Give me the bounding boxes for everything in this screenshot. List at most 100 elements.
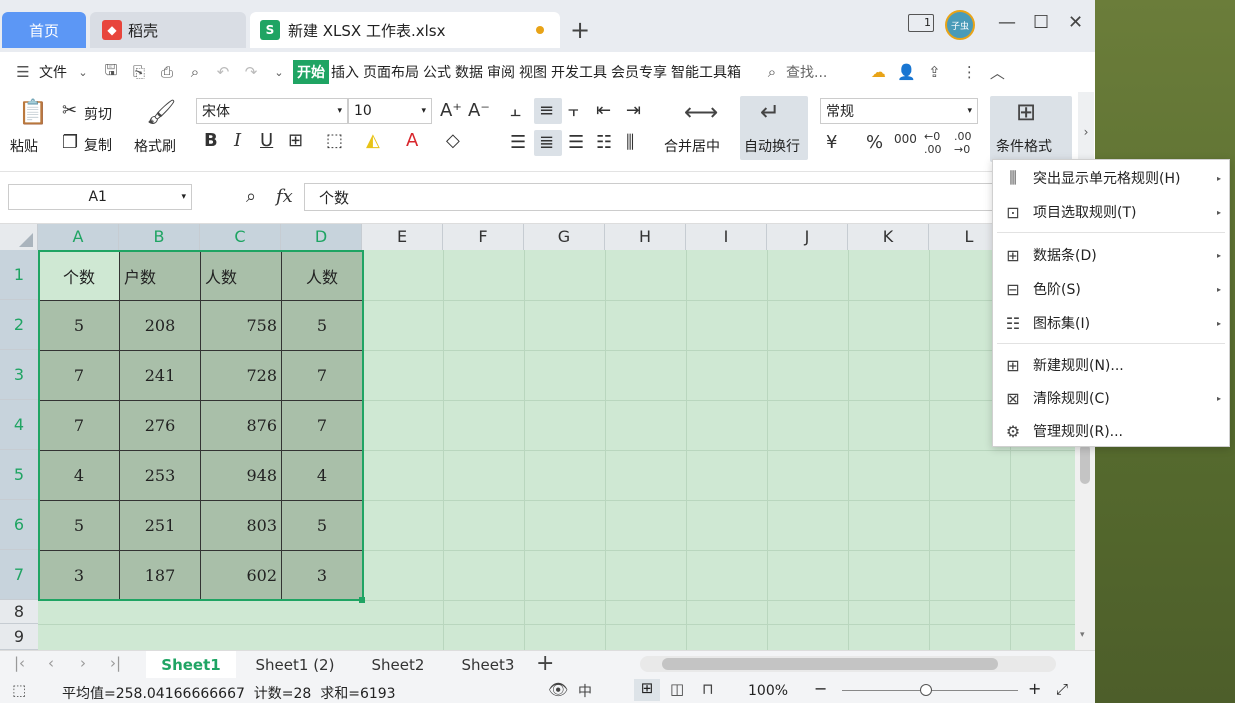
table-cell[interactable]: 948 [201,451,282,501]
row-header[interactable]: 3 [0,350,38,400]
menu-developer[interactable]: 开发工具 [549,62,609,82]
maximize-button[interactable]: ☐ [1033,12,1049,33]
cloud-sync-icon[interactable]: ☁ [867,61,889,83]
table-cell[interactable]: 251 [120,501,201,551]
menu-formulas[interactable]: 公式 [421,62,453,82]
eye-protection-icon[interactable]: 👁 [548,680,568,699]
table-cell[interactable]: 个数 [39,251,120,301]
table-cell[interactable]: 7 [282,351,363,401]
share-icon[interactable]: ⇪ [923,61,945,83]
row-header[interactable]: 8 [0,600,38,624]
vertical-scroll-thumb[interactable] [1080,444,1090,484]
redo-icon[interactable]: ↷ [240,61,262,83]
table-cell[interactable]: 728 [201,351,282,401]
table-cell[interactable]: 7 [39,351,120,401]
row-header[interactable]: 9 [0,624,38,650]
collapse-ribbon-icon[interactable]: ︿ [986,61,1008,83]
add-sheet-button[interactable]: + [536,651,554,676]
menu-item-data-bars[interactable]: ⊞ 数据条(D) ▸ [993,239,1229,271]
column-header[interactable]: B [119,224,200,250]
new-tab-button[interactable]: + [570,16,590,44]
table-cell[interactable]: 7 [39,401,120,451]
row-header[interactable]: 5 [0,450,38,500]
menu-item-new-rule[interactable]: ⊞ 新建规则(N)... [993,349,1229,381]
zoom-slider-handle[interactable] [920,684,932,696]
font-color-icon[interactable]: A [406,130,418,151]
paste-button[interactable]: 粘贴 [10,136,38,156]
fill-color-icon[interactable]: ◭ [366,130,380,151]
column-header[interactable]: H [605,224,686,250]
column-header[interactable]: I [686,224,767,250]
prev-sheet-icon[interactable]: ‹ [48,654,54,672]
select-all-corner[interactable] [0,224,38,250]
minimize-button[interactable]: — [998,12,1016,33]
zoom-out-icon[interactable]: − [814,679,827,698]
tab-file[interactable]: S 新建 XLSX 工作表.xlsx [250,12,560,48]
menu-item-icon-sets[interactable]: ☷ 图标集(I) ▸ [993,307,1229,339]
file-menu[interactable]: 文件 [37,62,69,82]
underline-icon[interactable]: U [260,130,273,151]
row-header[interactable]: 6 [0,500,38,550]
table-cell[interactable]: 253 [120,451,201,501]
menu-item-manage-rules[interactable]: ⚙ 管理规则(R)... [993,415,1229,447]
menu-insert[interactable]: 插入 [329,62,361,82]
zoom-formula-icon[interactable]: ⌕ [246,186,256,207]
window-count-icon[interactable]: 1 [908,14,934,32]
chevron-down-icon[interactable]: ⌄ [72,61,94,83]
table-cell[interactable]: 803 [201,501,282,551]
number-format-select[interactable]: 常规 ▾ [820,98,978,124]
column-header[interactable]: F [443,224,524,250]
row-header[interactable]: 2 [0,300,38,350]
table-cell[interactable]: 人数 [282,251,363,301]
thousands-icon[interactable]: 000 [894,132,917,146]
zoom-level[interactable]: 100% [748,683,788,699]
next-sheet-icon[interactable]: › [80,654,86,672]
fill-handle[interactable] [359,597,365,603]
column-header[interactable]: A [38,224,119,250]
tab-home[interactable]: 首页 [2,12,86,48]
indent-decrease-icon[interactable]: ⇤ [596,100,611,121]
hamburger-icon[interactable]: ☰ [12,61,34,83]
sheet-grid[interactable]: A B C D E F G H I J K L 1 2 3 4 5 6 7 8 … [0,224,1075,650]
column-header[interactable]: G [524,224,605,250]
column-header[interactable]: J [767,224,848,250]
table-cell[interactable]: 187 [120,551,201,601]
sheet-tab[interactable]: Sheet1 [146,651,236,679]
share-user-icon[interactable]: 👤 [895,61,917,83]
page-layout-view-icon[interactable]: ◫ [670,680,684,698]
sheet-tab[interactable]: Sheet2 [354,651,442,679]
table-cell[interactable]: 3 [282,551,363,601]
table-cell[interactable]: 758 [201,301,282,351]
table-cell[interactable]: 602 [201,551,282,601]
table-cell[interactable]: 4 [39,451,120,501]
horizontal-scrollbar[interactable] [640,656,1056,672]
menu-smart-tools[interactable]: 智能工具箱 [669,62,743,82]
align-left-icon[interactable]: ☰ [510,132,526,153]
print-preview-icon[interactable]: ⌕ [184,61,206,83]
menu-home[interactable]: 开始 [293,60,329,84]
row-header[interactable]: 1 [0,250,38,300]
menu-item-highlight-rules[interactable]: ⫼ 突出显示单元格规则(H) ▸ [993,162,1229,194]
table-cell[interactable]: 5 [39,501,120,551]
format-painter-button[interactable]: 格式刷 [134,136,176,156]
align-right-icon[interactable]: ☰ [568,132,584,153]
first-sheet-icon[interactable]: |‹ [14,654,25,672]
macro-icon[interactable]: ⬚ [12,681,26,699]
table-cell[interactable]: 876 [201,401,282,451]
table-cell[interactable]: 3 [39,551,120,601]
insert-function-icon[interactable]: fx [276,186,293,207]
normal-view-icon[interactable]: ⊞ [634,679,660,701]
italic-icon[interactable]: I [234,130,241,151]
save-icon[interactable]: 🖫 [100,61,122,83]
currency-icon[interactable]: ¥ [826,132,837,153]
merge-center-button[interactable]: 合并居中 [664,136,720,156]
cond-format-button[interactable]: 条件格式 [996,136,1052,156]
formula-input[interactable]: 个数 [304,183,1004,211]
undo-icon[interactable]: ↶ [212,61,234,83]
table-cell[interactable]: 5 [39,301,120,351]
fullscreen-icon[interactable]: ⤢ [1056,680,1068,698]
column-header[interactable]: C [200,224,281,250]
menu-item-clear-rules[interactable]: ⊠ 清除规则(C) ▸ [993,382,1229,414]
distribute-icon[interactable]: ⫼ [626,132,634,153]
column-header[interactable]: D [281,224,362,250]
